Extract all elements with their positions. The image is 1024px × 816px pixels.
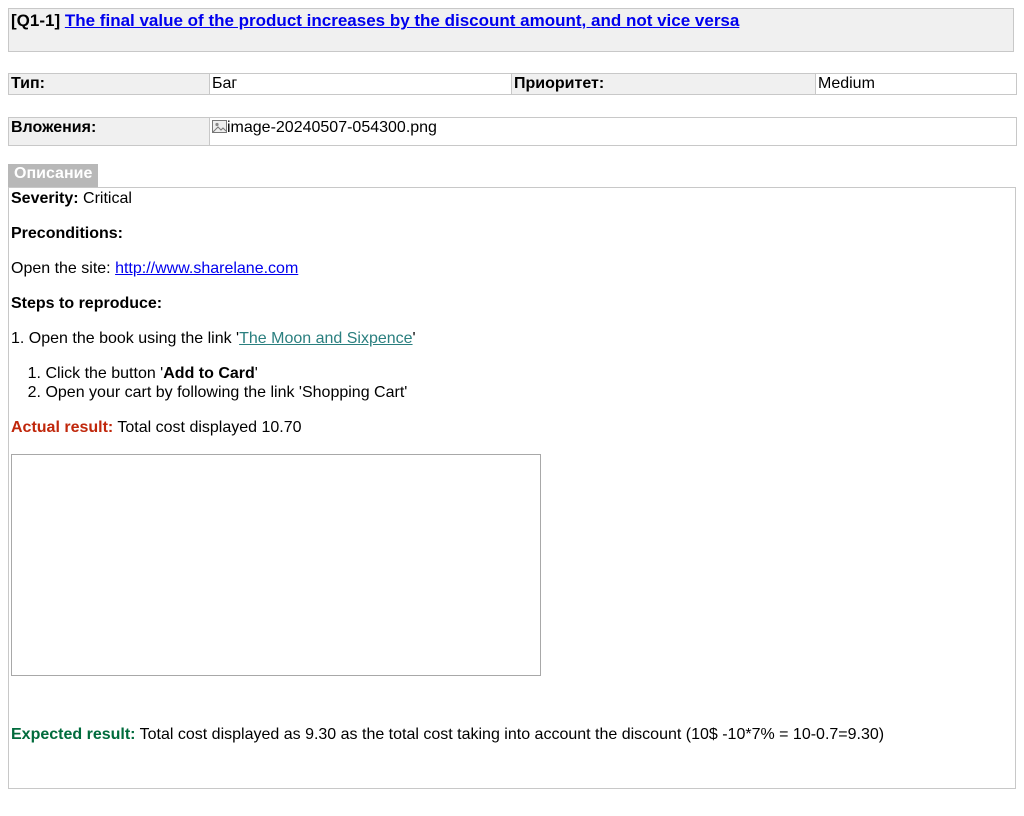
actual-result-line: Actual result: Total cost displayed 10.7…	[11, 418, 302, 437]
issue-key: [Q1-1]	[11, 11, 61, 30]
attachment-link[interactable]: image-20240507-054300.png	[227, 119, 437, 136]
list-text-prefix: Click the button '	[45, 365, 164, 382]
steps-heading: Steps to reproduce:	[11, 295, 163, 312]
actual-result-value: Total cost displayed 10.70	[117, 419, 302, 436]
list-number: 1.	[27, 365, 41, 382]
severity-line: Severity: Critical	[11, 189, 132, 208]
issue-title-bar: [Q1-1] The final value of the product in…	[8, 8, 1014, 52]
image-file-icon	[212, 120, 227, 133]
priority-value: Medium	[815, 73, 1017, 95]
step-open-book-prefix: 1. Open the book using the link '	[11, 330, 240, 347]
description-tab[interactable]: Описание	[8, 164, 98, 187]
list-text: Open your cart by following the link 'Sh…	[45, 384, 408, 401]
open-site-text: Open the site:	[11, 260, 111, 277]
step-open-book: 1. Open the book using the link 'The Moo…	[11, 329, 416, 348]
attachment-cell: image-20240507-054300.png	[209, 117, 1017, 146]
actual-result-label: Actual result:	[11, 419, 114, 436]
severity-value: Critical	[83, 190, 132, 207]
issue-fields-table: Тип: Баг Приоритет: Medium	[8, 73, 1017, 95]
book-link[interactable]: The Moon and Sixpence	[239, 330, 412, 347]
expected-result-line: Expected result: Total cost displayed as…	[11, 725, 884, 744]
embedded-image[interactable]	[11, 454, 541, 676]
severity-label: Severity:	[11, 190, 79, 207]
description-body: Severity: Critical Preconditions: Open t…	[8, 187, 1016, 789]
issue-page: [Q1-1] The final value of the product in…	[0, 0, 1024, 816]
attachments-label: Вложения:	[8, 117, 210, 146]
list-text-suffix: '	[254, 365, 258, 382]
add-to-card-text: Add to Card	[163, 365, 255, 382]
type-value: Баг	[209, 73, 512, 95]
preconditions-heading: Preconditions:	[11, 225, 124, 242]
priority-label: Приоритет:	[511, 73, 816, 95]
open-site-line: Open the site: http://www.sharelane.com	[11, 259, 298, 278]
list-number: 2.	[27, 384, 41, 401]
type-label: Тип:	[8, 73, 210, 95]
list-item: 2. Open your cart by following the link …	[11, 383, 408, 402]
issue-summary-link[interactable]: The final value of the product increases…	[65, 11, 739, 30]
expected-result-label: Expected result:	[11, 726, 136, 743]
step-open-book-suffix: '	[412, 330, 416, 347]
site-link[interactable]: http://www.sharelane.com	[115, 260, 298, 277]
attachments-table: Вложения: image-20240507-054300.png	[8, 117, 1017, 146]
list-item: 1. Click the button 'Add to Card'	[11, 364, 258, 383]
expected-result-value: Total cost displayed as 9.30 as the tota…	[139, 726, 885, 743]
